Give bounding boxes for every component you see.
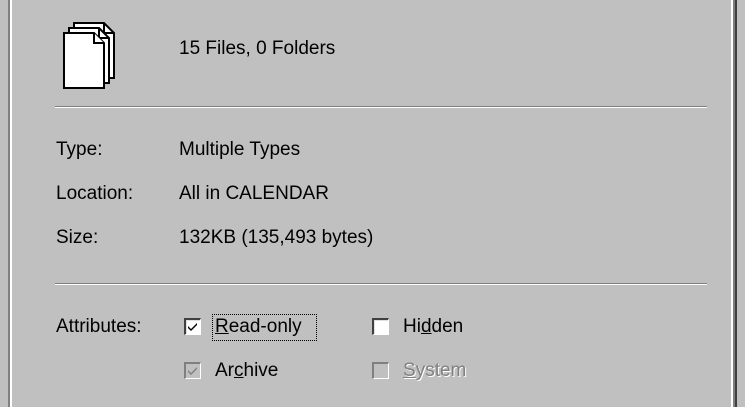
read-only-label[interactable]: Read-only [215, 316, 302, 338]
checkmark-icon [188, 323, 197, 331]
hidden-mnemonic: d [420, 316, 432, 337]
multiple-files-icon [60, 20, 124, 92]
size-label: Size: [56, 227, 99, 248]
hidden-label-end: den [431, 316, 464, 337]
hidden-label-start: Hi [403, 316, 421, 337]
archive-mnemonic: c [234, 360, 244, 381]
type-value: Multiple Types [179, 139, 301, 160]
attributes-label: Attributes: [56, 316, 142, 337]
location-value: All in CALENDAR [179, 183, 329, 204]
separator-top [55, 106, 707, 108]
file-count-summary: 15 Files, 0 Folders [179, 38, 336, 59]
hidden-checkbox-box[interactable] [372, 318, 389, 335]
system-label: System [403, 360, 466, 382]
archive-label: Archive [215, 360, 278, 382]
archive-checkbox-box [184, 362, 201, 379]
system-checkbox-box [372, 362, 389, 379]
system-mnemonic: S [403, 360, 416, 381]
size-value: 132KB (135,493 bytes) [179, 227, 374, 248]
checkmark-icon [188, 367, 197, 375]
type-label: Type: [56, 139, 103, 160]
separator-bottom [55, 283, 707, 285]
properties-dialog-panel: 15 Files, 0 Folders Type: Multiple Types… [0, 0, 745, 407]
read-only-checkbox-box[interactable] [184, 318, 201, 335]
read-only-label-rest: ead-only [228, 316, 302, 337]
read-only-mnemonic: R [215, 316, 229, 337]
panel-border-right-dark [735, 0, 737, 407]
archive-label-start: Ar [215, 360, 234, 381]
system-label-rest: ystem [415, 360, 467, 381]
location-label: Location: [56, 183, 134, 204]
hidden-label[interactable]: Hidden [403, 316, 463, 338]
panel-border-left-highlight [10, 0, 12, 407]
archive-label-end: hive [243, 360, 279, 381]
